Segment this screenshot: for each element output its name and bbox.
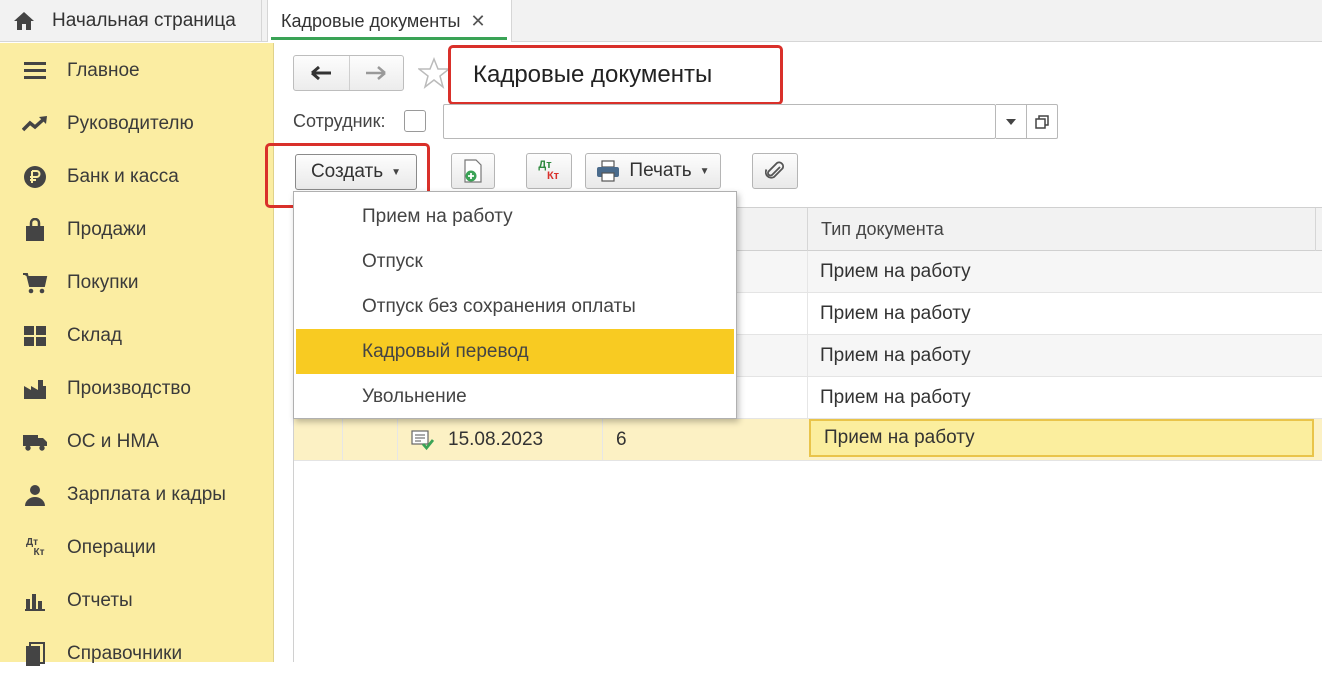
sidebar-item-manager[interactable]: Руководителю [0,97,274,150]
menu-item-vacation[interactable]: Отпуск [296,239,734,284]
sidebar-item-catalogs[interactable]: Справочники [0,627,274,680]
employee-dropdown-button[interactable] [996,104,1027,139]
sidebar-item-main[interactable]: Главное [0,44,274,97]
factory-icon [22,376,48,402]
sidebar-item-sales[interactable]: Продажи [0,203,274,256]
page-title-highlight: Кадровые документы [448,45,783,105]
books-icon [22,641,48,667]
sidebar-item-production[interactable]: Производство [0,362,274,415]
column-divider [397,419,398,460]
sidebar-item-label: Операции [67,536,156,558]
column-divider [807,335,808,376]
sidebar-item-label: Производство [67,377,191,399]
add-document-button[interactable] [451,153,495,189]
sidebar-item-label: Банк и касса [67,165,179,187]
dt-kt-button[interactable]: Дт Кт [526,153,572,189]
sidebar-item-label: Продажи [67,218,147,240]
column-divider [807,293,808,334]
dt-kt-icon: Дт Кт [22,535,48,561]
truck-icon [22,429,48,455]
cell-number: 6 [616,428,627,450]
print-button[interactable]: Печать ▼ [585,153,721,189]
sidebar-item-payroll[interactable]: Зарплата и кадры [0,468,274,521]
menu-icon [22,58,48,84]
sidebar-item-assets[interactable]: ОС и НМА [0,415,274,468]
menu-item-hire[interactable]: Прием на работу [296,194,734,239]
menu-item-transfer[interactable]: Кадровый перевод [296,329,734,374]
employee-filter-checkbox[interactable] [404,110,426,132]
sidebar-item-purchases[interactable]: Покупки [0,256,274,309]
cell-document-type: Прием на работу [820,302,971,324]
active-tab-indicator [271,37,507,40]
forward-button[interactable] [348,56,404,90]
printer-icon [597,160,620,182]
tab-home-label: Начальная страница [52,9,236,31]
page-title: Кадровые документы [473,61,713,88]
sidebar-item-label: Главное [67,59,140,81]
sidebar-item-label: Отчеты [67,589,133,611]
sidebar: Главное Руководителю Банк и касса Продаж… [0,43,274,666]
tab-bar: Начальная страница Кадровые документы ✕ [0,0,1322,42]
employee-filter-input[interactable] [443,104,996,139]
menu-item-dismissal[interactable]: Увольнение [296,374,734,419]
caret-down-icon [1006,118,1016,125]
arrow-right-icon [366,66,387,80]
history-nav [293,55,404,91]
column-header-document-type[interactable]: Тип документа [807,208,1315,251]
employee-filter-label: Сотрудник: [293,111,386,131]
menu-item-unpaid-leave[interactable]: Отпуск без сохранения оплаты [296,284,734,329]
sidebar-item-label: Руководителю [67,112,194,134]
sidebar-item-reports[interactable]: Отчеты [0,574,274,627]
tab-home[interactable]: Начальная страница [0,0,262,41]
kt-text: Кт [546,170,560,182]
column-divider [807,251,808,292]
bar-chart-icon [22,588,48,614]
sidebar-item-label: Покупки [67,271,139,293]
table-row-selected[interactable]: 15.08.2023 6 Прием на работу [294,419,1322,461]
sidebar-item-label: Справочники [67,642,183,664]
dt-text: Дт [25,536,39,548]
sidebar-item-label: Зарплата и кадры [67,483,226,505]
attach-button[interactable] [752,153,798,189]
cell-date: 15.08.2023 [448,428,544,450]
posted-document-icon [411,430,435,451]
cell-document-type: Прием на работу [820,386,971,408]
employee-open-button[interactable] [1027,104,1058,139]
back-button[interactable] [294,56,349,90]
warehouse-grid-icon [22,323,48,349]
cell-document-type: Прием на работу [820,260,971,282]
cell-document-type: Прием на работу [820,344,971,366]
sidebar-item-warehouse[interactable]: Склад [0,309,274,362]
kt-text: Кт [33,546,45,558]
caret-down-icon: ▼ [699,165,710,177]
arrow-left-icon [311,65,332,81]
favorite-star-icon[interactable] [418,57,450,89]
paperclip-icon [765,161,784,179]
sidebar-item-bank[interactable]: Банк и касса [0,150,274,203]
sidebar-item-operations[interactable]: Дт Кт Операции [0,521,274,574]
home-icon [14,11,34,30]
close-tab-icon[interactable]: ✕ [470,11,485,32]
cart-icon [22,270,48,296]
column-header-extra [1315,208,1322,251]
shopping-bag-icon [22,217,48,243]
tab-hr-documents-label: Кадровые документы [281,10,461,31]
person-icon [22,482,48,508]
open-window-icon [1035,114,1049,129]
sidebar-item-label: ОС и НМА [67,430,159,452]
new-document-icon [464,159,482,183]
trend-up-icon [22,111,48,137]
ruble-coin-icon [22,164,48,190]
tab-hr-documents[interactable]: Кадровые документы ✕ [267,0,512,42]
column-divider [342,419,343,460]
column-divider [807,377,808,418]
create-dropdown-menu: Прием на работу Отпуск Отпуск без сохран… [293,191,737,419]
cell-document-type: Прием на работу [809,419,1314,457]
sidebar-item-label: Склад [67,324,122,346]
print-button-label: Печать [629,160,692,181]
main-content: Кадровые документы Сотрудник: Создать ▼ … [265,43,1322,662]
